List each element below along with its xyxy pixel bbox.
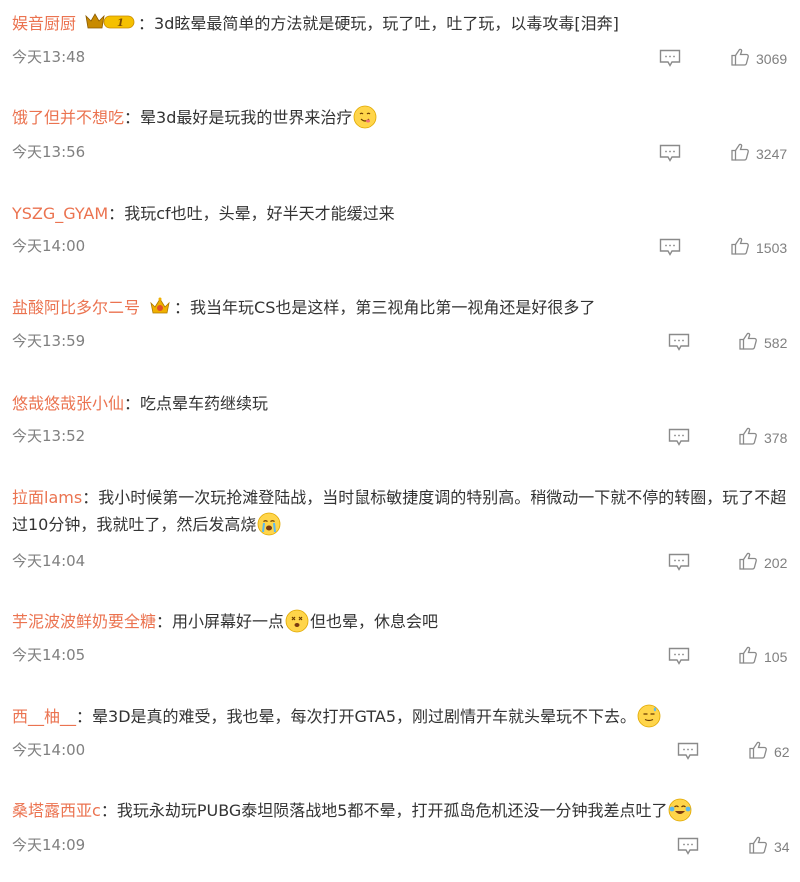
thumbs-up-icon bbox=[748, 835, 768, 859]
like-button[interactable]: 3069 bbox=[730, 47, 788, 71]
thumbs-up-icon bbox=[748, 740, 768, 764]
comment-separator: ： bbox=[124, 394, 141, 413]
like-count: 105 bbox=[764, 649, 788, 665]
comment-timestamp: 今天14:09 bbox=[12, 836, 86, 854]
comment-text: 吃点晕车药继续玩 bbox=[140, 394, 269, 413]
comment-text: 我小时候第一次玩抢滩登陆战，当时鼠标敏捷度调的特别高。稍微动一下就不停的转圈，玩… bbox=[12, 488, 787, 534]
like-count: 202 bbox=[764, 555, 788, 571]
like-button[interactable]: 1503 bbox=[730, 236, 788, 260]
reply-icon[interactable] bbox=[668, 428, 690, 446]
comment-username[interactable]: YSZG_GYAM bbox=[12, 204, 108, 223]
comment-text: 我玩cf也吐，头晕，好半天才能缓过来 bbox=[124, 204, 395, 223]
comment-timestamp: 今天13:52 bbox=[12, 427, 86, 445]
comment-text: 3d眩晕最简单的方法就是硬玩，玩了吐，吐了玩，以毒攻毒[泪奔] bbox=[154, 14, 619, 33]
comment-body: 盐酸阿比多尔二号 ：我当年玩CS也是这样，第三视角比第一视角还是好很多了 bbox=[12, 294, 790, 321]
comment-username[interactable]: 悠哉悠哉张小仙 bbox=[12, 394, 124, 413]
thumbs-up-icon bbox=[730, 142, 750, 166]
comment-body: YSZG_GYAM：我玩cf也吐，头晕，好半天才能缓过来 bbox=[12, 200, 790, 227]
comment-timestamp: 今天13:59 bbox=[12, 332, 86, 350]
thumbs-up-icon bbox=[738, 645, 758, 669]
comment-timestamp: 今天14:00 bbox=[12, 237, 86, 255]
comment-username[interactable]: 盐酸阿比多尔二号 bbox=[12, 298, 140, 317]
comment-separator: ： bbox=[108, 204, 125, 223]
sweat-emoji bbox=[637, 704, 661, 728]
comment-text: 但也晕，休息会吧 bbox=[310, 612, 439, 631]
like-count: 378 bbox=[764, 430, 788, 446]
like-button[interactable]: 202 bbox=[738, 551, 788, 575]
thumbs-up-icon bbox=[738, 331, 758, 355]
comment-timestamp: 今天13:56 bbox=[12, 143, 86, 161]
comment-timestamp: 今天14:04 bbox=[12, 552, 86, 570]
comment-username[interactable]: 饿了但并不想吃 bbox=[12, 108, 124, 127]
comment-text: 我当年玩CS也是这样，第三视角比第一视角还是好很多了 bbox=[190, 298, 596, 317]
comment-username[interactable]: 桑塔露西亚c bbox=[12, 801, 101, 820]
reply-icon[interactable] bbox=[677, 742, 699, 760]
comment-separator: ： bbox=[100, 801, 117, 820]
comment-body: 悠哉悠哉张小仙：吃点晕车药继续玩 bbox=[12, 390, 790, 417]
comment-timestamp: 今天13:48 bbox=[12, 48, 86, 66]
yum-emoji bbox=[353, 105, 377, 129]
comment-body: 桑塔露西亚c：我玩永劫玩PUBG泰坦陨落战地5都不晕，打开孤岛危机还没一分钟我差… bbox=[12, 797, 790, 824]
like-button[interactable]: 3247 bbox=[730, 142, 788, 166]
comment-username[interactable]: 娱音厨厨 bbox=[12, 14, 76, 33]
dizzy-emoji bbox=[285, 609, 309, 633]
comment-separator: ： bbox=[76, 707, 93, 726]
comment-body: 娱音厨厨 1 ：3d眩晕最简单的方法就是硬玩，玩了吐，吐了玩，以毒攻毒[泪奔] bbox=[12, 10, 790, 37]
comment-text: 我玩永劫玩PUBG泰坦陨落战地5都不晕，打开孤岛危机还没一分钟我差点吐了 bbox=[116, 801, 668, 820]
reply-icon[interactable] bbox=[659, 49, 681, 67]
vip-crown-badge: 1 bbox=[84, 12, 136, 32]
comment-timestamp: 今天14:00 bbox=[12, 741, 86, 759]
laugh-cry-emoji bbox=[668, 798, 692, 822]
comment-body: 芋泥波波鲜奶要全糖：用小屏幕好一点 但也晕，休息会吧 bbox=[12, 608, 790, 635]
like-count: 1503 bbox=[756, 240, 788, 256]
comment-separator: ： bbox=[82, 488, 99, 507]
like-button[interactable]: 105 bbox=[738, 645, 788, 669]
like-button[interactable]: 378 bbox=[738, 426, 788, 450]
comment-body: 西__柚__：晕3D是真的难受，我也晕，每次打开GTA5，刚过剧情开车就头晕玩不… bbox=[12, 703, 790, 730]
like-button[interactable]: 62 bbox=[748, 740, 790, 764]
crying-emoji bbox=[257, 512, 281, 536]
reply-icon[interactable] bbox=[668, 553, 690, 571]
comment-body: 拉面lams：我小时候第一次玩抢滩登陆战，当时鼠标敏捷度调的特别高。稍微动一下就… bbox=[12, 484, 790, 538]
comment-text: 用小屏幕好一点 bbox=[172, 612, 285, 631]
like-count: 34 bbox=[774, 839, 790, 855]
reply-icon[interactable] bbox=[677, 837, 699, 855]
comment-body: 饿了但并不想吃：晕3d最好是玩我的世界来治疗 bbox=[12, 104, 790, 131]
comment-separator: ： bbox=[174, 298, 191, 317]
thumbs-up-icon bbox=[738, 551, 758, 575]
crown-icon bbox=[148, 295, 172, 317]
like-button[interactable]: 582 bbox=[738, 331, 788, 355]
comment-username[interactable]: 西__柚__ bbox=[12, 707, 76, 726]
comment-text: 晕3d最好是玩我的世界来治疗 bbox=[140, 108, 353, 127]
reply-icon[interactable] bbox=[659, 144, 681, 162]
comment-separator: ： bbox=[124, 108, 141, 127]
thumbs-up-icon bbox=[730, 47, 750, 71]
thumbs-up-icon bbox=[730, 236, 750, 260]
like-count: 62 bbox=[774, 744, 790, 760]
comment-username[interactable]: 拉面lams bbox=[12, 488, 82, 507]
comment-timestamp: 今天14:05 bbox=[12, 646, 86, 664]
svg-text:1: 1 bbox=[117, 18, 124, 29]
reply-icon[interactable] bbox=[668, 647, 690, 665]
like-count: 3069 bbox=[756, 51, 788, 67]
comment-separator: ： bbox=[138, 14, 155, 33]
reply-icon[interactable] bbox=[659, 238, 681, 256]
like-button[interactable]: 34 bbox=[748, 835, 790, 859]
comment-username[interactable]: 芋泥波波鲜奶要全糖 bbox=[12, 612, 156, 631]
comment-text: 晕3D是真的难受，我也晕，每次打开GTA5，刚过剧情开车就头晕玩不下去。 bbox=[92, 707, 637, 726]
comment-separator: ： bbox=[156, 612, 173, 631]
like-count: 3247 bbox=[756, 146, 788, 162]
like-count: 582 bbox=[764, 335, 788, 351]
thumbs-up-icon bbox=[738, 426, 758, 450]
reply-icon[interactable] bbox=[668, 333, 690, 351]
